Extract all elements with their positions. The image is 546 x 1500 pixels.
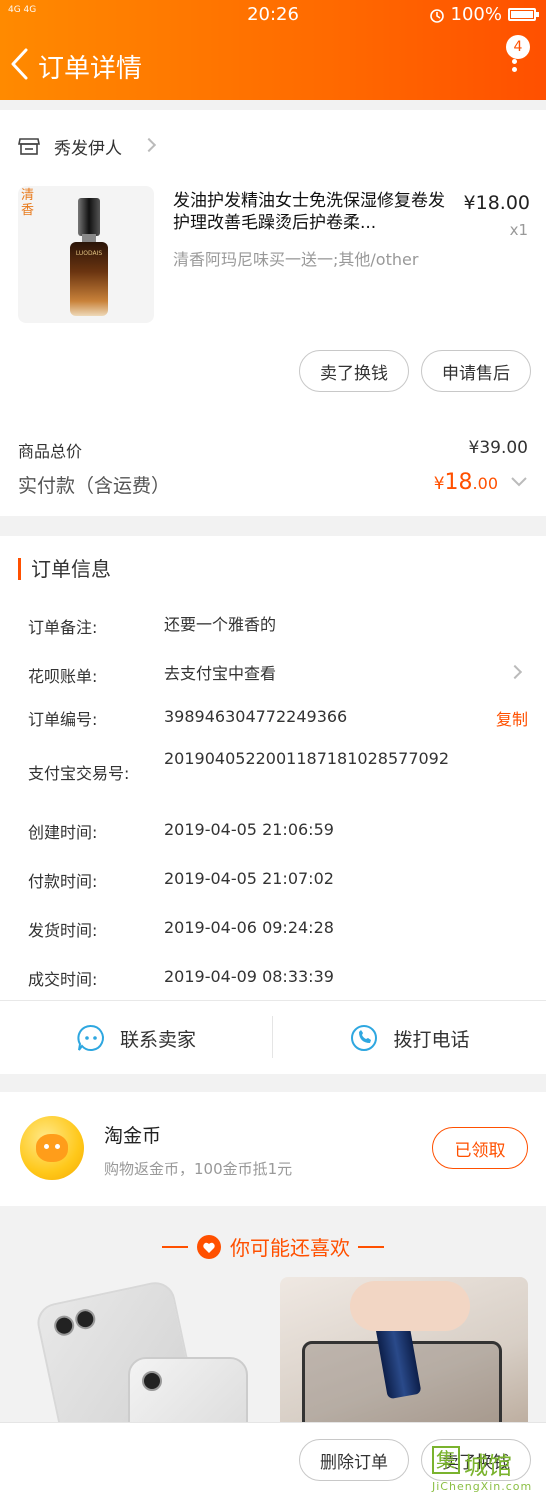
page-title: 订单详情 — [38, 54, 143, 84]
watermark-logo: 集 — [432, 1446, 460, 1474]
recommend-item-phone[interactable] — [18, 1277, 266, 1437]
product-image[interactable]: 清香 LUODAIS — [18, 186, 154, 323]
camera-lens — [142, 1371, 162, 1391]
hand-image — [350, 1281, 470, 1331]
divider — [0, 1000, 546, 1001]
order-number-label: 订单编号: — [28, 710, 98, 729]
coins-subtitle: 购物返金币，100金币抵1元 — [104, 1160, 293, 1178]
closed-time-value: 2019-04-09 08:33:39 — [164, 967, 334, 986]
huabei-label: 花呗账单: — [28, 667, 98, 686]
product-sku: 清香阿玛尼味买一送一;其他/other — [173, 250, 419, 269]
product-image-tag: 清香 — [21, 188, 35, 218]
more-dot-icon — [511, 67, 517, 72]
watermark: 集 城馆 JiChengXin.com — [426, 1446, 542, 1500]
call-phone-button[interactable]: 拨打电话 — [273, 1002, 546, 1074]
order-number-value: 398946304772249366 — [164, 707, 348, 726]
created-time-value: 2019-04-05 21:06:59 — [164, 820, 334, 839]
alipay-trade-label: 支付宝交易号: — [28, 764, 130, 783]
contact-seller-label: 联系卖家 — [119, 1028, 196, 1051]
created-time-label: 创建时间: — [28, 823, 98, 842]
taojinbi-coin-icon — [20, 1116, 84, 1180]
battery-percent: 100% — [450, 4, 502, 25]
heart-icon — [197, 1234, 221, 1259]
watermark-text: 城馆 — [464, 1452, 512, 1480]
shipped-time-value: 2019-04-06 09:24:28 — [164, 918, 334, 937]
product-title[interactable]: 发油护发精油女士免洗保湿修复卷发护理改善毛躁烫后护卷柔... — [173, 190, 453, 234]
decor-dash — [358, 1245, 384, 1248]
status-bar: 4G 4G 20:26 100% — [0, 0, 546, 30]
total-price-label: 商品总价 — [18, 442, 83, 461]
after-sale-label: 申请售后 — [442, 363, 510, 384]
product-price: ¥18.00 — [463, 192, 530, 214]
coin-face — [36, 1134, 68, 1162]
copy-order-number-button[interactable]: 复制 — [496, 706, 528, 730]
shop-name: 秀发伊人 — [54, 138, 122, 159]
sell-for-cash-label: 卖了换钱 — [320, 363, 388, 384]
recommend-title: 你可能还喜欢 — [0, 1232, 546, 1261]
paid-time-value: 2019-04-05 21:07:02 — [164, 869, 334, 888]
product-quantity: x1 — [509, 221, 528, 239]
bottle-label: LUODAIS — [75, 250, 103, 257]
paid-amount-value[interactable]: ¥18.00 — [434, 470, 498, 495]
chat-icon — [77, 1024, 104, 1051]
total-price-value: ¥39.00 — [468, 438, 528, 458]
bottle-cap — [78, 198, 100, 236]
order-info-title: 订单信息 — [18, 558, 111, 580]
watermark-site: JiChengXin.com — [432, 1480, 533, 1493]
app-header: 4G 4G 20:26 100% 订单详情 4 — [0, 0, 546, 100]
shop-icon — [18, 138, 40, 155]
status-right: 100% — [429, 4, 539, 25]
chevron-down-icon[interactable] — [510, 476, 528, 488]
recommend-item-bag[interactable] — [280, 1277, 528, 1437]
note-value: 还要一个雅香的 — [164, 615, 277, 634]
more-menu-button[interactable] — [508, 56, 520, 80]
closed-time-label: 成交时间: — [28, 970, 98, 989]
paid-currency: ¥ — [433, 474, 445, 494]
more-dot-icon — [511, 59, 517, 64]
contact-seller-button[interactable]: 联系卖家 — [0, 1002, 272, 1074]
sell-for-cash-button[interactable]: 卖了换钱 — [299, 350, 409, 392]
shipped-time-label: 发货时间: — [28, 921, 98, 940]
coins-claimed-label: 已领取 — [454, 1140, 506, 1161]
coins-title: 淘金币 — [104, 1125, 162, 1147]
camera-lens — [52, 1313, 77, 1338]
decor-dash — [162, 1245, 188, 1248]
shop-row[interactable]: 秀发伊人 — [18, 134, 122, 159]
delete-order-button[interactable]: 删除订单 — [299, 1439, 409, 1481]
chevron-left-icon — [11, 48, 28, 80]
huabei-link[interactable]: 去支付宝中查看 — [164, 663, 464, 684]
paid-decimal: .00 — [472, 474, 498, 493]
alarm-icon — [429, 8, 444, 23]
back-button[interactable] — [8, 46, 38, 82]
alipay-trade-value: 2019040522001187181028577092 — [164, 749, 450, 768]
recommend-title-text: 你可能还喜欢 — [230, 1236, 350, 1260]
battery-icon — [508, 8, 539, 21]
paid-integer: 18 — [444, 470, 473, 495]
paid-time-label: 付款时间: — [28, 872, 98, 891]
camera-lens — [73, 1307, 98, 1332]
delete-order-label: 删除订单 — [320, 1452, 388, 1473]
coins-claimed-button[interactable]: 已领取 — [432, 1127, 528, 1169]
paid-amount-label: 实付款（含运费） — [18, 475, 171, 497]
after-sale-button[interactable]: 申请售后 — [421, 350, 531, 392]
phone-icon — [351, 1025, 378, 1051]
note-label: 订单备注: — [28, 618, 98, 637]
call-phone-label: 拨打电话 — [393, 1028, 470, 1051]
